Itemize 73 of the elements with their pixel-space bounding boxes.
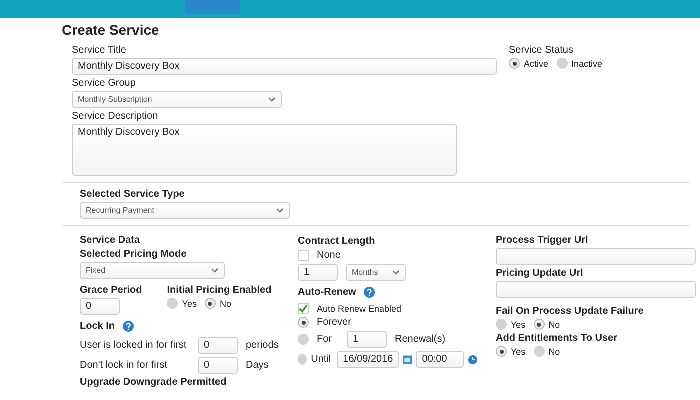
field-label: Service Status [509,45,574,56]
radio-label: Active [524,58,549,68]
checkbox[interactable] [298,250,309,261]
field-label: Pricing Update Url [496,268,584,279]
unit-label: Days [246,360,269,371]
clock-icon[interactable] [468,354,478,366]
radio-button[interactable] [534,346,545,357]
field-label: User is locked in for first [80,340,188,351]
chevron-down-icon [211,268,219,274]
radio-label: Yes [511,346,526,356]
dropdown[interactable]: Recurring Payment [80,202,290,219]
checkbox[interactable] [298,303,309,314]
title-input[interactable]: Monthly Discovery Box [72,58,497,75]
checkbox-label: Auto Renew Enabled [317,304,402,314]
radio-button[interactable] [556,58,568,69]
field-label: Initial Pricing Enabled [167,285,272,296]
radio-button[interactable] [298,334,309,345]
description-textarea[interactable]: Monthly Discovery Box [72,124,457,176]
field-label: Don't lock in for first [80,360,168,371]
radio-label: Until [311,354,332,365]
dropdown[interactable]: Months [346,264,406,281]
periods-input[interactable]: 0 [198,337,238,354]
radio-label: For [317,334,333,345]
radio-button[interactable] [204,298,216,309]
help-icon[interactable] [123,320,134,332]
chevron-down-icon [276,208,284,214]
chevron-down-icon [268,96,276,102]
radio-label: Yes [511,320,526,330]
unit-label: periods [246,340,279,351]
radio-button[interactable] [298,354,308,365]
radio-label: Forever [317,317,352,328]
page-title: Create Service [62,22,160,38]
radio-label: Inactive [572,58,603,68]
time-input[interactable]: 00:00 [416,351,464,368]
dropdown[interactable]: Monthly Subscription [72,91,282,108]
chevron-down-icon [392,270,400,276]
field-label: Fail On Process Update Failure [496,306,645,317]
dropdown[interactable]: Fixed [80,262,225,279]
url-input[interactable] [496,248,696,265]
field-label: Service Description [72,111,160,122]
grace-period-input[interactable]: 0 [80,298,120,315]
radio-label: No [548,346,560,356]
field-label: Add Entitlements To User [496,333,618,344]
radio-label: No [548,320,560,330]
field-label: Service Group [72,78,137,89]
date-input[interactable]: 16/09/2016 [337,351,400,368]
days-input[interactable]: 0 [198,357,238,374]
field-label: Selected Service Type [80,189,186,200]
field-label: Upgrade Downgrade Permitted [80,377,228,388]
radio-button[interactable] [534,319,545,330]
field-label: Service Title [72,45,128,56]
radio-button[interactable] [496,346,507,357]
radio-button[interactable] [167,298,178,309]
field-label: Selected Pricing Mode [80,249,188,260]
radio-label: No [220,298,232,308]
unit-label: Renewal(s) [395,334,446,345]
field-label: Grace Period [80,285,142,296]
field-label: Lock In [80,321,116,332]
field-label: Process Trigger Url [496,235,590,246]
url-input[interactable] [496,281,696,298]
contract-length-input[interactable]: 1 [298,264,338,281]
field-label: Auto-Renew [298,287,356,298]
radio-label: Yes [182,298,197,308]
radio-button[interactable] [298,317,309,328]
radio-button[interactable] [509,58,520,69]
checkbox-label: None [317,250,341,261]
radio-button[interactable] [496,319,507,330]
check-icon [299,304,308,313]
calendar-icon[interactable] [403,354,412,365]
section-heading: Service Data [80,235,142,246]
renewals-input[interactable]: 1 [347,331,387,348]
help-icon[interactable] [364,286,376,298]
field-label: Contract Length [298,236,376,247]
